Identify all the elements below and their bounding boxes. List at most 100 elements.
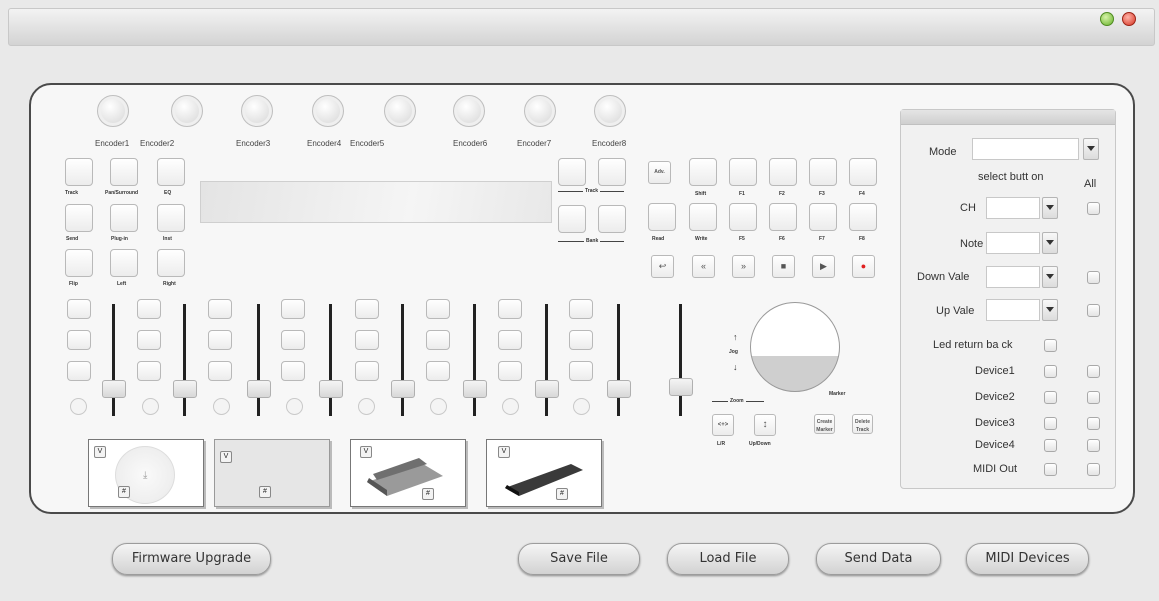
ch8-btn-2[interactable] bbox=[569, 330, 593, 350]
encoder-1-knob[interactable] bbox=[97, 95, 129, 127]
device3-all-checkbox[interactable] bbox=[1087, 417, 1100, 430]
jog-wheel[interactable] bbox=[750, 302, 840, 392]
ch5-btn-1[interactable] bbox=[355, 299, 379, 319]
master-fader[interactable] bbox=[669, 378, 693, 396]
pedal-2-check[interactable]: V bbox=[220, 451, 232, 463]
note-select[interactable] bbox=[986, 232, 1040, 254]
ch2-btn-2[interactable] bbox=[137, 330, 161, 350]
left-button[interactable] bbox=[110, 249, 138, 277]
ch8-fader[interactable] bbox=[607, 380, 631, 398]
ch-select[interactable] bbox=[986, 197, 1040, 219]
encoder-2-knob[interactable] bbox=[171, 95, 203, 127]
device2-all-checkbox[interactable] bbox=[1087, 391, 1100, 404]
encoder-4-knob[interactable] bbox=[312, 95, 344, 127]
fast-forward-button[interactable]: » bbox=[732, 255, 755, 278]
read-button[interactable] bbox=[648, 203, 676, 231]
bank-prev-button[interactable] bbox=[558, 205, 586, 233]
ch4-fader[interactable] bbox=[319, 380, 343, 398]
pedal-1-invert[interactable]: # bbox=[118, 486, 130, 498]
track-button[interactable] bbox=[65, 158, 93, 186]
minimize-icon[interactable] bbox=[1100, 12, 1114, 26]
pan-surround-button[interactable] bbox=[110, 158, 138, 186]
f4-button[interactable] bbox=[849, 158, 877, 186]
track-prev-button[interactable] bbox=[558, 158, 586, 186]
play-button[interactable]: ▶ bbox=[812, 255, 835, 278]
ch4-btn-2[interactable] bbox=[281, 330, 305, 350]
write-button[interactable] bbox=[689, 203, 717, 231]
ch7-btn-1[interactable] bbox=[498, 299, 522, 319]
zoom-lr-button[interactable]: <+> bbox=[712, 414, 734, 436]
ch7-btn-2[interactable] bbox=[498, 330, 522, 350]
ch1-btn-1[interactable] bbox=[67, 299, 91, 319]
record-button[interactable]: ● bbox=[852, 255, 875, 278]
ch-all-checkbox[interactable] bbox=[1087, 202, 1100, 215]
create-marker-button[interactable]: Create Marker bbox=[814, 414, 835, 434]
ch1-btn-2[interactable] bbox=[67, 330, 91, 350]
ch6-btn-2[interactable] bbox=[426, 330, 450, 350]
firmware-upgrade-button[interactable]: Firmware Upgrade bbox=[112, 543, 271, 575]
ch2-btn-3[interactable] bbox=[137, 361, 161, 381]
pedal-1-check[interactable]: V bbox=[94, 446, 106, 458]
up-vale-dropdown-icon[interactable] bbox=[1042, 299, 1058, 321]
device2-checkbox[interactable] bbox=[1044, 391, 1057, 404]
ch5-fader[interactable] bbox=[391, 380, 415, 398]
f7-button[interactable] bbox=[809, 203, 837, 231]
track-next-button[interactable] bbox=[598, 158, 626, 186]
save-file-button[interactable]: Save File bbox=[518, 543, 640, 575]
f8-button[interactable] bbox=[849, 203, 877, 231]
pedal-2-invert[interactable]: # bbox=[259, 486, 271, 498]
cycle-button[interactable]: ↩ bbox=[651, 255, 674, 278]
ch1-fader[interactable] bbox=[102, 380, 126, 398]
f5-button[interactable] bbox=[729, 203, 757, 231]
ch8-btn-1[interactable] bbox=[569, 299, 593, 319]
down-vale-select[interactable] bbox=[986, 266, 1040, 288]
ch3-btn-1[interactable] bbox=[208, 299, 232, 319]
bank-next-button[interactable] bbox=[598, 205, 626, 233]
right-button[interactable] bbox=[157, 249, 185, 277]
pedal-3-invert[interactable]: # bbox=[422, 488, 434, 500]
device1-all-checkbox[interactable] bbox=[1087, 365, 1100, 378]
pedal-4-invert[interactable]: # bbox=[556, 488, 568, 500]
ch4-btn-3[interactable] bbox=[281, 361, 305, 381]
ch7-fader[interactable] bbox=[535, 380, 559, 398]
ch1-btn-3[interactable] bbox=[67, 361, 91, 381]
plugin-button[interactable] bbox=[110, 204, 138, 232]
adv-button[interactable]: Adv. bbox=[648, 161, 671, 184]
ch3-btn-2[interactable] bbox=[208, 330, 232, 350]
f2-button[interactable] bbox=[769, 158, 797, 186]
inst-button[interactable] bbox=[157, 204, 185, 232]
ch5-btn-2[interactable] bbox=[355, 330, 379, 350]
encoder-5-knob[interactable] bbox=[384, 95, 416, 127]
ch5-btn-3[interactable] bbox=[355, 361, 379, 381]
device4-all-checkbox[interactable] bbox=[1087, 439, 1100, 452]
send-button[interactable] bbox=[65, 204, 93, 232]
send-data-button[interactable]: Send Data bbox=[816, 543, 941, 575]
f6-button[interactable] bbox=[769, 203, 797, 231]
shift-button[interactable] bbox=[689, 158, 717, 186]
eq-button[interactable] bbox=[157, 158, 185, 186]
note-dropdown-icon[interactable] bbox=[1042, 232, 1058, 254]
f1-button[interactable] bbox=[729, 158, 757, 186]
encoder-7-knob[interactable] bbox=[524, 95, 556, 127]
device1-checkbox[interactable] bbox=[1044, 365, 1057, 378]
pedal-2[interactable] bbox=[214, 439, 330, 507]
device4-checkbox[interactable] bbox=[1044, 439, 1057, 452]
f3-button[interactable] bbox=[809, 158, 837, 186]
encoder-3-knob[interactable] bbox=[241, 95, 273, 127]
delete-track-button[interactable]: Delete Track bbox=[852, 414, 873, 434]
ch-dropdown-icon[interactable] bbox=[1042, 197, 1058, 219]
mode-dropdown-icon[interactable] bbox=[1083, 138, 1099, 160]
flip-button[interactable] bbox=[65, 249, 93, 277]
mode-select[interactable] bbox=[972, 138, 1079, 160]
encoder-8-knob[interactable] bbox=[594, 95, 626, 127]
close-icon[interactable] bbox=[1122, 12, 1136, 26]
led-return-checkbox[interactable] bbox=[1044, 339, 1057, 352]
down-vale-dropdown-icon[interactable] bbox=[1042, 266, 1058, 288]
encoder-6-knob[interactable] bbox=[453, 95, 485, 127]
ch2-btn-1[interactable] bbox=[137, 299, 161, 319]
stop-button[interactable]: ■ bbox=[772, 255, 795, 278]
ch2-fader[interactable] bbox=[173, 380, 197, 398]
zoom-updown-button[interactable]: ↕ bbox=[754, 414, 776, 436]
device3-checkbox[interactable] bbox=[1044, 417, 1057, 430]
rewind-button[interactable]: « bbox=[692, 255, 715, 278]
